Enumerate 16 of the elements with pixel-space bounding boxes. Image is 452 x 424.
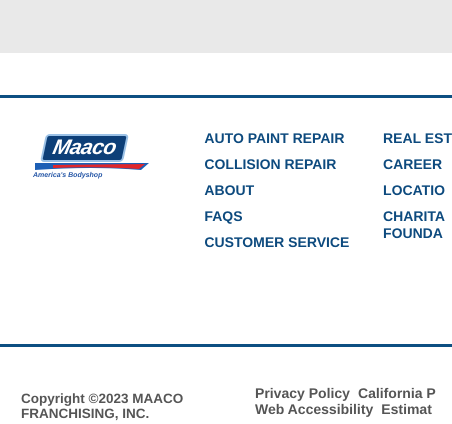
legal-link[interactable]: Privacy Policy [255,385,350,401]
legal-link[interactable]: Web Accessibility [255,401,374,417]
footer-link[interactable]: LOCATIO [383,182,452,199]
footer-link[interactable]: CHARITA FOUNDA [383,208,452,242]
footer-link[interactable]: AUTO PAINT REPAIR [204,130,384,147]
copyright-text: Copyright ©2023 MAACO FRANCHISING, INC. [21,391,184,421]
footer-link[interactable]: FAQS [204,208,384,225]
legal-link[interactable]: California P [358,385,436,401]
footer-link[interactable]: CAREER [383,156,452,173]
swoosh-icon [33,162,149,171]
footer-link[interactable]: CUSTOMER SERVICE [204,234,384,251]
footer-link[interactable]: ABOUT [204,182,384,199]
legal-link[interactable]: Estimat [381,401,432,417]
footer-link[interactable]: REAL EST [383,130,452,147]
footer-link[interactable]: COLLISION REPAIR [204,156,384,173]
logo-wordmark: Maaco [40,134,129,162]
